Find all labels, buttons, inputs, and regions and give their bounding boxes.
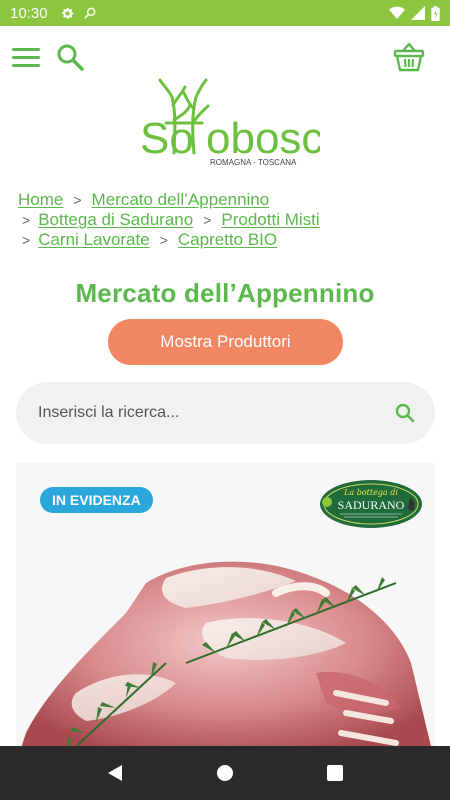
chevron-right-icon: > bbox=[159, 232, 168, 248]
breadcrumb-home[interactable]: Home bbox=[18, 190, 63, 210]
page-title: Mercato dell’Appennino bbox=[75, 278, 375, 308]
featured-badge: IN EVIDENZA bbox=[40, 487, 153, 513]
battery-icon bbox=[431, 5, 440, 21]
producer-logo-name: SADURANO bbox=[338, 498, 405, 512]
search-icon[interactable] bbox=[395, 403, 415, 423]
home-button[interactable] bbox=[205, 753, 245, 793]
logo-tagline: ROMAGNA · TOSCANA bbox=[210, 158, 297, 167]
product-card[interactable]: IN EVIDENZA La bottega di SADURANO bbox=[16, 463, 435, 763]
breadcrumb-mercato[interactable]: Mercato dell’Appennino bbox=[92, 190, 270, 210]
chevron-right-icon: > bbox=[22, 232, 31, 248]
hamburger-menu-icon bbox=[12, 48, 40, 67]
svg-text:So: So bbox=[140, 114, 194, 163]
back-icon bbox=[108, 765, 122, 781]
recents-button[interactable] bbox=[315, 753, 355, 793]
svg-text:obosco: obosco bbox=[206, 114, 320, 163]
search-icon bbox=[83, 7, 95, 19]
breadcrumb-bottega[interactable]: Bottega di Sadurano bbox=[38, 210, 193, 230]
breadcrumb: Home > Mercato dell’Appennino > Bottega … bbox=[18, 190, 438, 250]
breadcrumb-capretto-bio[interactable]: Capretto BIO bbox=[178, 230, 277, 250]
search-icon bbox=[57, 44, 84, 71]
product-image-goat-meat bbox=[16, 561, 435, 763]
breadcrumb-prodotti-misti[interactable]: Prodotti Misti bbox=[221, 210, 319, 230]
search-input[interactable] bbox=[38, 404, 395, 422]
cart-button[interactable] bbox=[392, 40, 426, 74]
search-bar bbox=[16, 382, 435, 444]
back-button[interactable] bbox=[95, 753, 135, 793]
sottobosco-logo[interactable]: So obosco ROMAGNA · TOSCANA bbox=[130, 75, 348, 170]
producer-logo-script: La bottega di bbox=[343, 488, 398, 497]
status-bar: 10:30 bbox=[0, 0, 450, 26]
system-nav-bar bbox=[0, 746, 450, 800]
sadurano-producer-logo: La bottega di SADURANO bbox=[320, 480, 422, 528]
menu-button[interactable] bbox=[11, 42, 41, 72]
chevron-right-icon: > bbox=[73, 192, 82, 208]
recents-icon bbox=[327, 765, 343, 781]
show-producers-button[interactable]: Mostra Produttori bbox=[108, 319, 343, 365]
header-search-button[interactable] bbox=[55, 42, 85, 72]
basket-icon bbox=[393, 42, 425, 72]
signal-icon bbox=[411, 6, 425, 20]
breadcrumb-carni-lavorate[interactable]: Carni Lavorate bbox=[38, 230, 150, 250]
chevron-right-icon: > bbox=[203, 212, 212, 228]
wifi-icon bbox=[389, 6, 405, 20]
home-icon bbox=[217, 765, 233, 781]
chevron-right-icon: > bbox=[22, 212, 31, 228]
app-screen: 10:30 So obosco ROMAGNA bbox=[0, 0, 450, 800]
settings-icon bbox=[61, 7, 73, 19]
status-time: 10:30 bbox=[10, 4, 48, 22]
